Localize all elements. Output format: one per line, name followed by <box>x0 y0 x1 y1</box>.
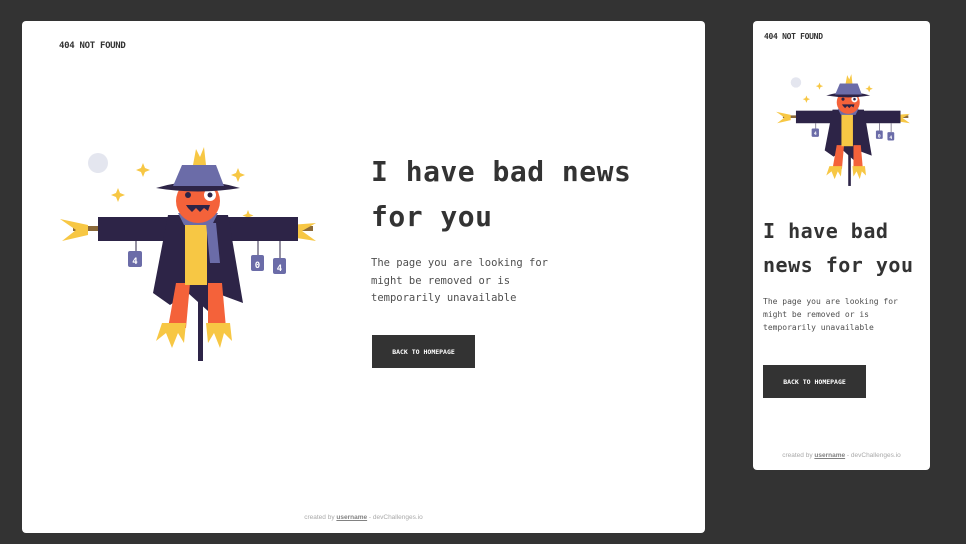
scarecrow-art <box>60 147 316 361</box>
back-to-homepage-button[interactable]: BACK TO HOMEPAGE <box>372 335 475 368</box>
headline: I have bad news for you <box>371 155 632 233</box>
headline: I have bad news for you <box>763 219 914 277</box>
back-to-homepage-button[interactable]: BACK TO HOMEPAGE <box>763 365 866 398</box>
footer-username-link[interactable]: username <box>336 514 367 521</box>
sign-digit: 0 <box>878 133 881 139</box>
description: The page you are looking for might be re… <box>371 257 549 304</box>
mobile-preview: 404 NOT FOUND 4 0 4 I have bad news for … <box>753 21 930 470</box>
sign-digit: 4 <box>277 264 283 274</box>
footer: created by username - devChallenges.io <box>753 452 930 459</box>
desktop-preview: 404 NOT FOUND 4 0 4 I have bad news for … <box>22 21 705 533</box>
footer: created by username - devChallenges.io <box>22 514 705 521</box>
description: The page you are looking for might be re… <box>763 297 898 332</box>
scarecrow-illustration: 4 0 4 <box>776 74 910 186</box>
sign-digit: 0 <box>255 261 260 271</box>
scarecrow-illustration: 4 0 4 <box>60 147 316 361</box>
brand-logo[interactable]: 404 NOT FOUND <box>764 32 823 41</box>
footer-suffix: - devChallenges.io <box>846 452 901 459</box>
footer-prefix: created by <box>782 452 813 459</box>
footer-username-link[interactable]: username <box>814 452 845 459</box>
scarecrow-art <box>776 74 910 186</box>
footer-prefix: created by <box>304 514 335 521</box>
sign-digit: 4 <box>132 257 138 267</box>
sign-digit: 4 <box>814 131 817 137</box>
footer-suffix: - devChallenges.io <box>368 514 423 521</box>
sign-digit: 4 <box>889 135 892 141</box>
brand-logo[interactable]: 404 NOT FOUND <box>59 41 126 51</box>
